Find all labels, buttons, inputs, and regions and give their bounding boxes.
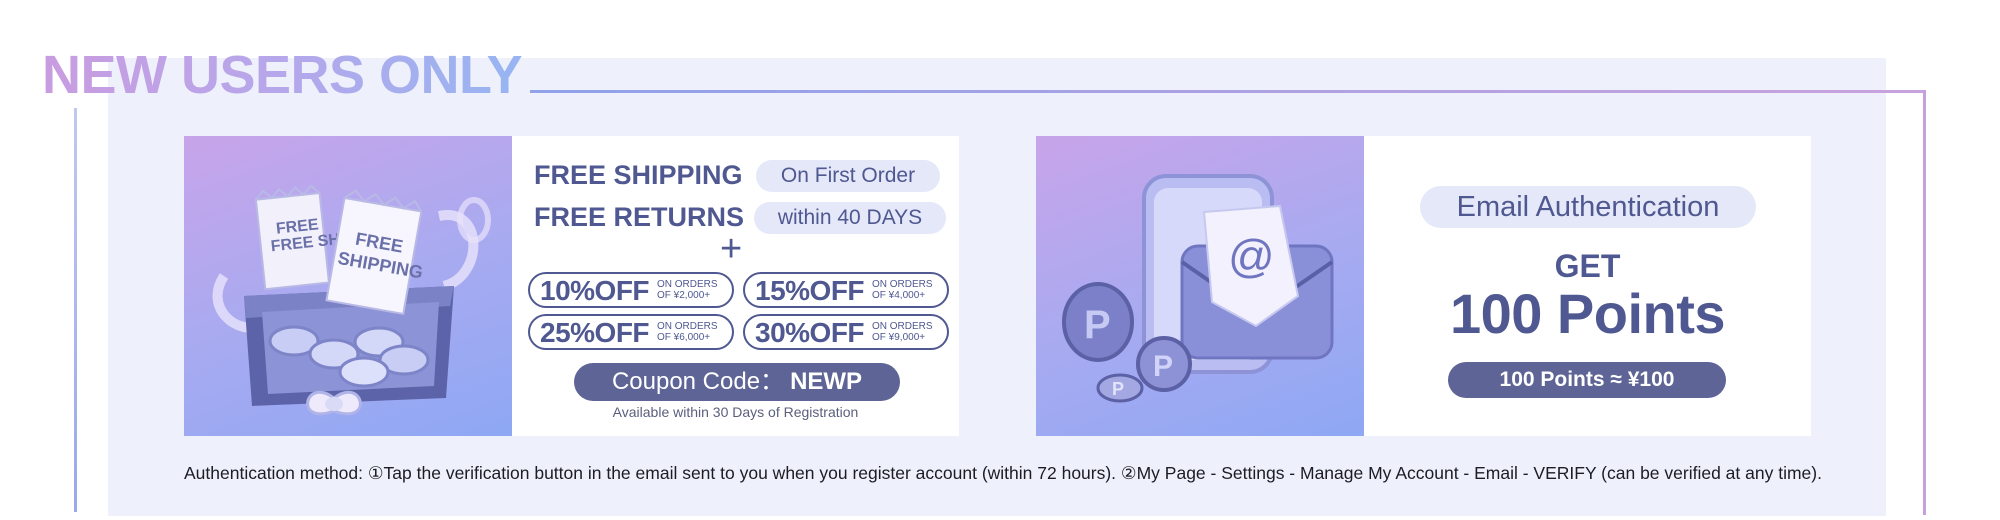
gift-box-illustration: FREE SHIPPIN FREE FREE SHIPPING <box>184 136 512 436</box>
frame-line-right <box>1923 90 1926 515</box>
email-illustration: @ P P P <box>1036 136 1364 436</box>
frame-line-left <box>74 108 77 512</box>
discount-percent: 15%OFF <box>755 275 865 306</box>
points-conversion-pill: 100 Points ≈ ¥100 <box>1448 362 1726 398</box>
new-users-headline: NEW USERS ONLY <box>42 45 523 105</box>
return-window-pill: within 40 DAYS <box>754 202 946 234</box>
first-order-pill: On First Order <box>756 160 940 192</box>
free-shipping-title: FREE SHIPPING <box>534 160 743 190</box>
authentication-method-note: Authentication method: ①Tap the verifica… <box>184 463 1822 483</box>
get-label: GET <box>1554 248 1621 284</box>
discount-condition: ON ORDERS OF ¥6,000+ <box>657 321 718 343</box>
coupon-label: Coupon Code： <box>611 368 785 395</box>
discount-badge-25: 25%OFF ON ORDERS OF ¥6,000+ <box>528 314 734 350</box>
email-auth-card: @ P P P Email Authentication GET 100 Poi… <box>1036 136 1811 436</box>
coupon-code: NEWP <box>790 368 863 395</box>
discount-badge-10: 10%OFF ON ORDERS OF ¥2,000+ <box>528 272 734 308</box>
free-returns-title: FREE RETURNS <box>534 202 745 232</box>
discount-percent: 25%OFF <box>540 317 650 348</box>
discount-percent: 30%OFF <box>755 317 865 348</box>
svg-text:P: P <box>1153 350 1173 383</box>
shipping-discount-details: FREE SHIPPING On First Order FREE RETURN… <box>512 136 959 436</box>
at-sign-icon: @ <box>1228 230 1275 282</box>
shipping-discount-card: FREE SHIPPIN FREE FREE SHIPPING FREE SHI… <box>184 136 959 436</box>
coupon-code-pill[interactable]: Coupon Code： NEWP <box>574 363 900 401</box>
availability-note: Available within 30 Days of Registration <box>612 404 859 420</box>
email-authentication-pill: Email Authentication <box>1420 186 1756 228</box>
discount-condition: ON ORDERS OF ¥9,000+ <box>872 321 933 343</box>
plus-sign: + <box>720 228 743 270</box>
discount-condition: ON ORDERS OF ¥4,000+ <box>872 279 933 301</box>
svg-text:P: P <box>1112 379 1124 399</box>
discount-percent: 10%OFF <box>540 275 650 306</box>
email-auth-details: Email Authentication GET 100 Points 100 … <box>1364 136 1811 436</box>
coin-p-icon: P <box>1084 303 1111 347</box>
points-amount: 100 Points <box>1449 282 1726 345</box>
frame-line-top <box>530 90 1926 93</box>
discount-badge-30: 30%OFF ON ORDERS OF ¥9,000+ <box>743 314 949 350</box>
discount-condition: ON ORDERS OF ¥2,000+ <box>657 279 718 301</box>
discount-badge-15: 15%OFF ON ORDERS OF ¥4,000+ <box>743 272 949 308</box>
promo-banner: NEW USERS ONLY FREE SHIPPIN FREE FREE SH… <box>0 0 2000 520</box>
